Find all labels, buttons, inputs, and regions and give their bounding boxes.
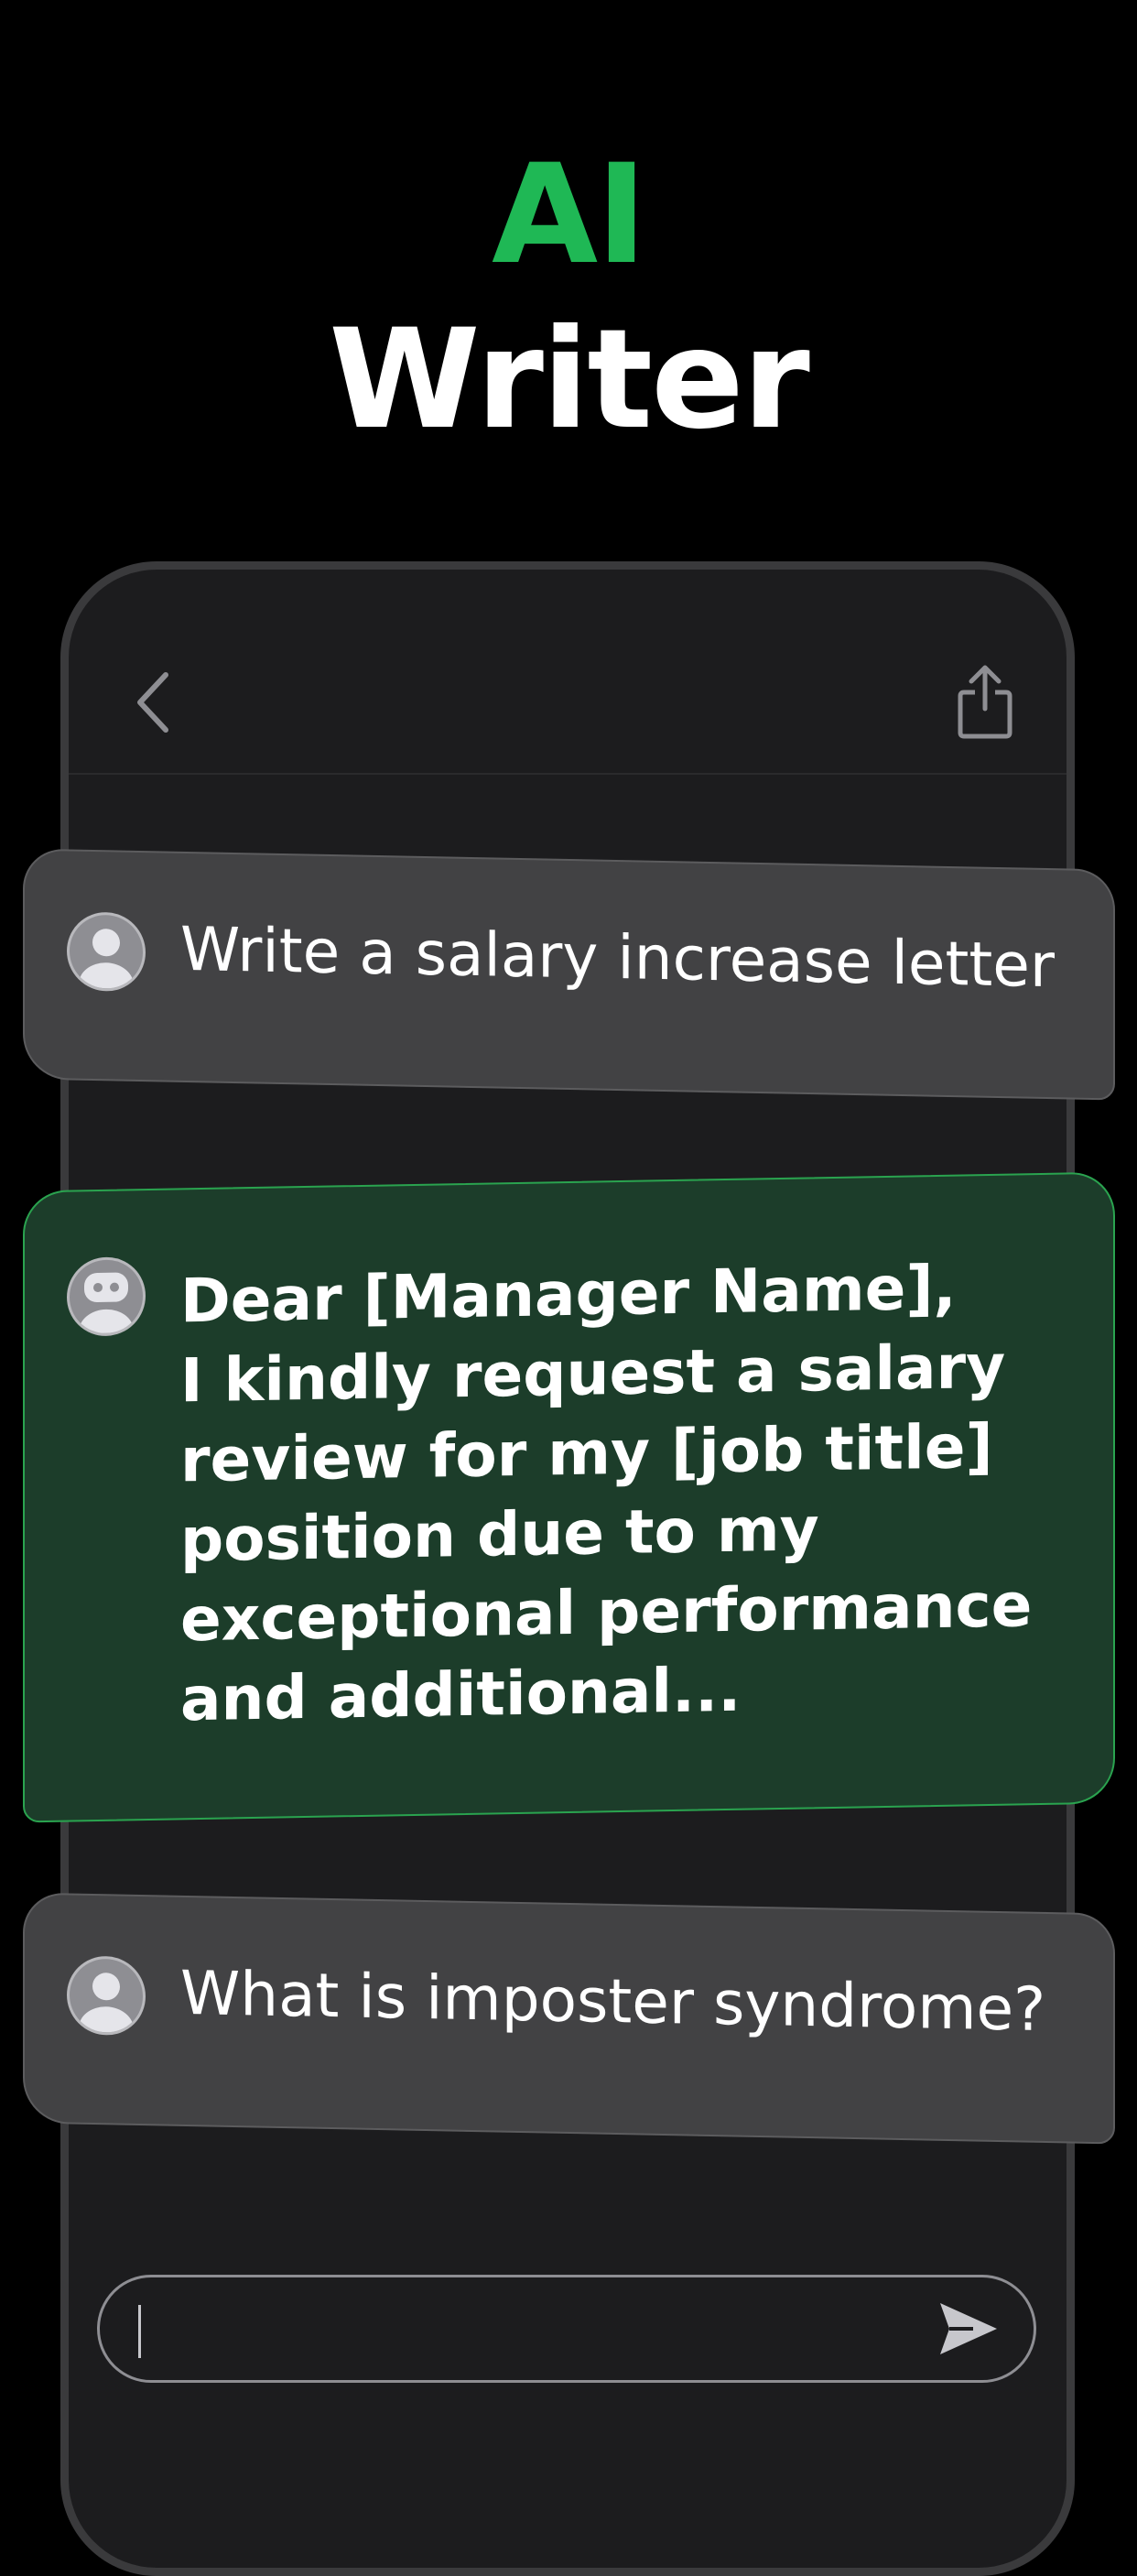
message-bubble-user[interactable]: Write a salary increase letter [23,848,1115,1101]
back-button[interactable] [127,666,182,739]
send-icon [940,2303,997,2354]
message-input[interactable] [136,2294,927,2365]
share-icon [958,665,1012,739]
hero-title-main: Writer [329,300,810,460]
message-text: Write a salary increase letter [180,913,1056,1002]
message-text: Dear [Manager Name], I kindly request a … [180,1252,1033,1735]
message-composer [97,2275,1036,2383]
chevron-left-icon [137,672,168,733]
chat-topbar [69,570,1067,775]
message-bubble-assistant[interactable]: Dear [Manager Name], I kindly request a … [23,1171,1115,1823]
robot-avatar-icon [67,1256,146,1337]
hero-title-accent: AI [492,136,647,295]
share-button[interactable] [953,661,1017,744]
send-button[interactable] [937,2299,1001,2358]
user-avatar-icon [67,1955,146,2037]
message-bubble-user[interactable]: What is imposter syndrome? [23,1892,1115,2145]
user-avatar-icon [67,911,146,993]
message-text: What is imposter syndrome? [180,1957,1046,2045]
